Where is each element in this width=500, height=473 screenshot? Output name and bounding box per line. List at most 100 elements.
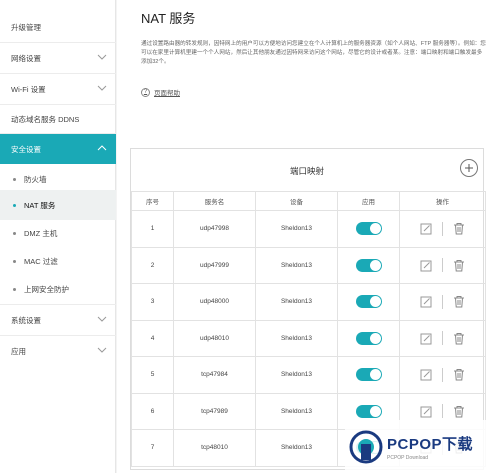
sidebar-item-label: 防火墙	[24, 174, 47, 184]
bullet-icon	[13, 259, 16, 263]
pcpop-logo-icon	[349, 430, 383, 463]
edit-icon[interactable]	[420, 368, 432, 381]
apply-toggle[interactable]	[355, 404, 382, 418]
chevron-down-icon	[97, 316, 107, 322]
trash-icon[interactable]	[453, 405, 465, 418]
device-name: Sheldon13	[255, 356, 338, 394]
panel-title: 端口映射	[289, 166, 324, 176]
apply-toggle[interactable]	[355, 295, 382, 309]
device-name: Sheldon13	[255, 429, 338, 467]
divider	[442, 221, 443, 236]
divider	[442, 367, 443, 382]
divider	[442, 258, 443, 273]
trash-icon[interactable]	[453, 259, 465, 272]
toggle-knob	[369, 296, 381, 308]
question-icon: ?	[141, 87, 150, 97]
bullet-icon	[13, 287, 16, 291]
sidebar-item-label: 安全设置	[11, 144, 41, 154]
apply-cell	[337, 356, 400, 394]
trash-icon[interactable]	[453, 295, 465, 308]
watermark-main: PCPOP下载	[387, 435, 474, 453]
chevron-down-icon	[97, 54, 107, 60]
service-name: udp48010	[173, 319, 256, 357]
edit-icon[interactable]	[420, 295, 432, 308]
device-name: Sheldon13	[255, 283, 338, 321]
row-index: 6	[131, 392, 174, 430]
actions-cell	[399, 356, 486, 394]
apply-cell	[337, 210, 400, 248]
sidebar-item-label: 升级管理	[11, 22, 41, 32]
device-name: Sheldon13	[255, 246, 338, 284]
actions-cell	[399, 210, 486, 248]
page-title: NAT 服务	[141, 11, 196, 26]
edit-icon[interactable]	[420, 332, 432, 345]
sidebar-item-apps[interactable]: 应用	[0, 336, 116, 366]
column-header: 服务名	[173, 191, 256, 211]
toggle-knob	[369, 223, 381, 235]
row-index: 4	[131, 319, 174, 357]
sidebar-item-label: 上网安全防护	[24, 284, 69, 294]
sidebar-item-nat[interactable]: NAT 服务	[0, 190, 116, 220]
add-rule-button[interactable]	[460, 159, 478, 177]
sidebar-item-web-protection[interactable]: 上网安全防护	[0, 274, 116, 304]
toggle-knob	[369, 259, 381, 271]
sidebar-item-network[interactable]: 网络设置	[0, 43, 116, 73]
apply-cell	[337, 246, 400, 284]
column-header: 序号	[131, 191, 174, 211]
column-header: 应用	[337, 191, 400, 211]
divider	[442, 404, 443, 419]
apply-toggle[interactable]	[355, 258, 382, 272]
trash-icon[interactable]	[453, 332, 465, 345]
edit-icon[interactable]	[420, 405, 432, 418]
device-name: Sheldon13	[255, 210, 338, 248]
toggle-knob	[369, 332, 381, 344]
sidebar-item-dmz[interactable]: DMZ 主机	[0, 218, 116, 248]
toggle-knob	[369, 369, 381, 381]
apply-toggle[interactable]	[355, 368, 382, 382]
service-name: tcp47989	[173, 392, 256, 430]
apply-toggle[interactable]	[355, 331, 382, 345]
watermark: PCPOP下载 PCPOP Download	[345, 420, 500, 473]
actions-cell	[399, 283, 486, 321]
bullet-icon	[13, 177, 16, 181]
sidebar-item-system[interactable]: 系统设置	[0, 305, 116, 335]
table-row: 4 udp48010 Sheldon13	[131, 319, 486, 357]
sidebar-item-security[interactable]: 安全设置	[0, 134, 116, 164]
actions-cell	[399, 319, 486, 357]
row-index: 1	[131, 210, 174, 248]
trash-icon[interactable]	[453, 222, 465, 235]
main-content: NAT 服务 通过设置路由器的转发规则，因特网上的用户可以方便地访问您建立在个人…	[117, 0, 500, 473]
service-name: tcp48010	[173, 429, 256, 467]
help-label: 页面帮助	[154, 90, 180, 97]
device-name: Sheldon13	[255, 392, 338, 430]
sidebar-item-label: Wi-Fi 设置	[11, 84, 46, 94]
bullet-icon	[13, 203, 16, 207]
table-row: 2 udp47999 Sheldon13	[131, 246, 486, 284]
sidebar-item-label: NAT 服务	[24, 200, 56, 210]
help-link[interactable]: ? 页面帮助	[141, 87, 180, 97]
table-row: 1 udp47998 Sheldon13	[131, 210, 486, 248]
trash-icon[interactable]	[453, 368, 465, 381]
column-header: 操作	[399, 191, 486, 211]
sidebar-item-ddns[interactable]: 动态域名服务 DDNS	[0, 104, 116, 134]
apply-toggle[interactable]	[355, 222, 382, 236]
divider	[442, 331, 443, 346]
chevron-up-icon	[97, 145, 107, 151]
service-name: udp48000	[173, 283, 256, 321]
sidebar-item-label: 网络设置	[11, 53, 41, 63]
divider	[442, 294, 443, 309]
page-description: 通过设置路由器的转发规则，因特网上的用户可以方便地访问您建立在个人计算机上的服务…	[141, 41, 486, 65]
service-name: tcp47984	[173, 356, 256, 394]
edit-icon[interactable]	[420, 222, 432, 235]
edit-icon[interactable]	[420, 259, 432, 272]
toggle-knob	[369, 405, 381, 417]
sidebar-item-label: 动态域名服务 DDNS	[11, 114, 80, 124]
sidebar-item-mac-filter[interactable]: MAC 过滤	[0, 246, 116, 276]
actions-cell	[399, 246, 486, 284]
apply-cell	[337, 283, 400, 321]
sidebar-item-wifi[interactable]: Wi-Fi 设置	[0, 74, 116, 104]
watermark-sub: PCPOP Download	[387, 454, 429, 461]
sidebar-item-upgrade[interactable]: 升级管理	[0, 12, 116, 42]
chevron-down-icon	[97, 85, 107, 91]
row-index: 2	[131, 246, 174, 284]
